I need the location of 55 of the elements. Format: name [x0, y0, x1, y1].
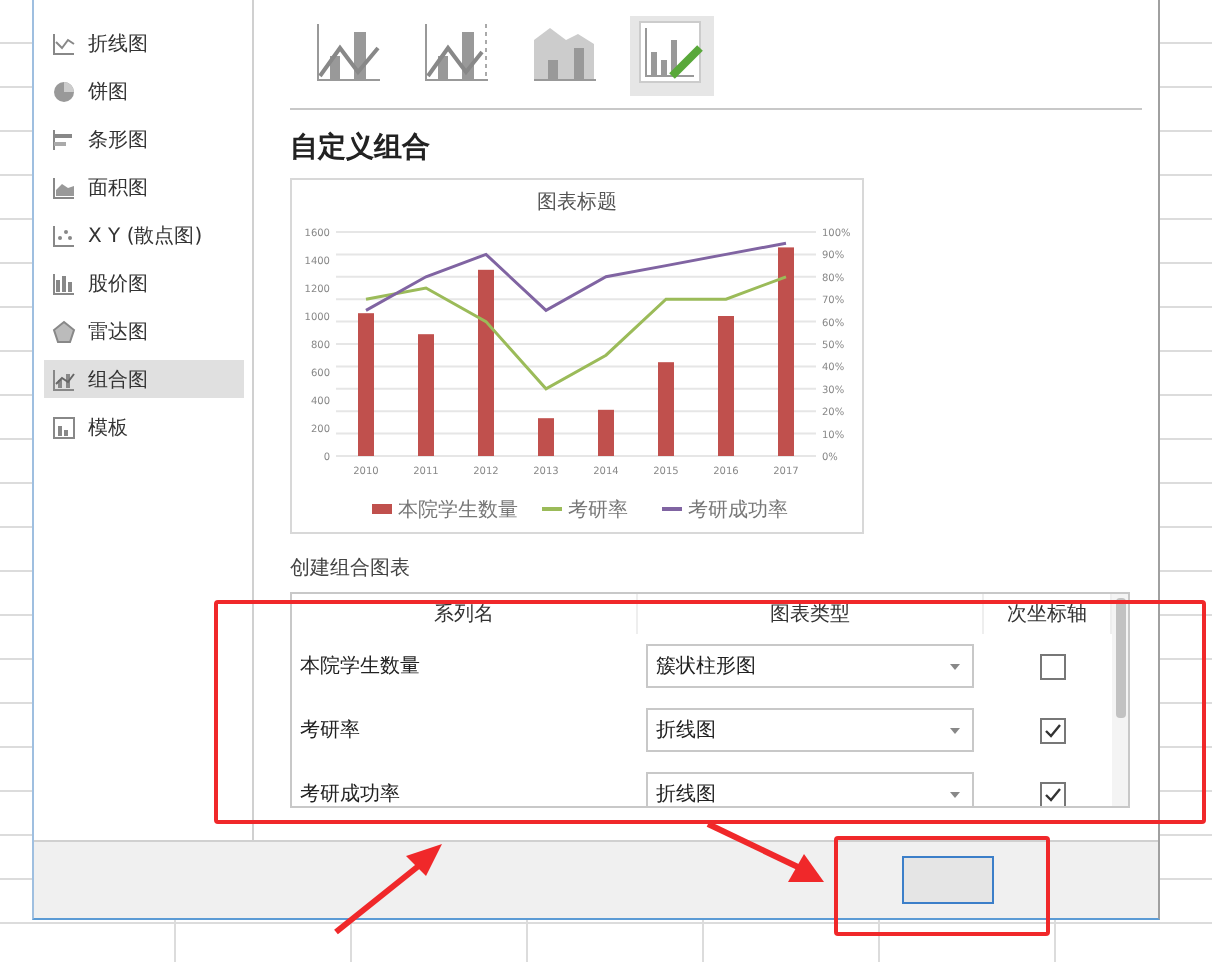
pie-chart-icon: [52, 79, 76, 103]
caret-icon: [950, 791, 960, 797]
section-title: 自定义组合: [290, 130, 432, 166]
chart-type-item[interactable]: X Y (散点图): [44, 216, 244, 254]
line-chart-icon: [52, 31, 76, 55]
scatter-chart-icon: [52, 223, 76, 247]
chart-type-item[interactable]: 面积图: [44, 168, 244, 206]
legend-label: 本院学生数量: [398, 500, 518, 522]
chart-type-item[interactable]: 股价图: [44, 264, 244, 302]
chart-subtype-button[interactable]: [630, 16, 714, 96]
bar: [598, 409, 614, 456]
combo-chart-icon: [52, 367, 76, 391]
column-header: 系列名: [292, 594, 638, 634]
bar: [418, 334, 434, 456]
secondary-axis-checkbox[interactable]: [1039, 717, 1065, 743]
chart-type-item[interactable]: 组合图: [44, 360, 244, 398]
bar: [358, 313, 374, 456]
annotation-arrow: [706, 821, 824, 882]
area-chart-icon: [52, 175, 76, 199]
combo-chart-icon: [422, 20, 490, 84]
bar: [718, 316, 734, 456]
series-name: 本院学生数量: [298, 653, 422, 682]
column-header: 图表类型: [638, 594, 984, 634]
radar-chart-icon: [52, 319, 76, 343]
custom-combo-icon: [638, 20, 706, 84]
series-name: 考研成功率: [298, 781, 402, 806]
secondary-axis-checkbox[interactable]: [1039, 653, 1065, 679]
checkmark-icon: [1043, 785, 1061, 803]
chart-type-item[interactable]: 折线图: [44, 24, 244, 62]
chart-type-dropdown[interactable]: 簇状柱形图: [646, 644, 974, 688]
secondary-axis-checkbox[interactable]: [1039, 781, 1065, 806]
table-caption: 创建组合图表: [290, 555, 412, 582]
legend-swatch: [372, 504, 392, 514]
template-chart-icon: [52, 415, 76, 439]
legend-label: 考研成功率: [688, 500, 788, 522]
combo-chart-icon: [314, 20, 382, 84]
caret-icon: [950, 663, 960, 669]
bar: [538, 418, 554, 456]
bar: [658, 362, 674, 456]
stock-chart-icon: [52, 271, 76, 295]
annotation-arrow: [334, 844, 442, 935]
checkmark-icon: [1043, 721, 1061, 739]
bar-chart-icon: [52, 127, 76, 151]
legend-label: 考研率: [568, 500, 628, 522]
dialog-button[interactable]: [902, 856, 994, 904]
scrollbar[interactable]: [1112, 594, 1128, 806]
chart-type-item[interactable]: 饼图: [44, 72, 244, 110]
chart-type-item[interactable]: 雷达图: [44, 312, 244, 350]
chart-type-item[interactable]: 模板: [44, 408, 244, 446]
chart-type-dropdown[interactable]: 折线图: [646, 708, 974, 752]
caret-icon: [950, 727, 960, 733]
chart-title: 图表标题: [537, 192, 617, 214]
chart-type-dropdown[interactable]: 折线图: [646, 772, 974, 806]
series-name: 考研率: [298, 717, 362, 746]
chart-type-item[interactable]: 条形图: [44, 120, 244, 158]
